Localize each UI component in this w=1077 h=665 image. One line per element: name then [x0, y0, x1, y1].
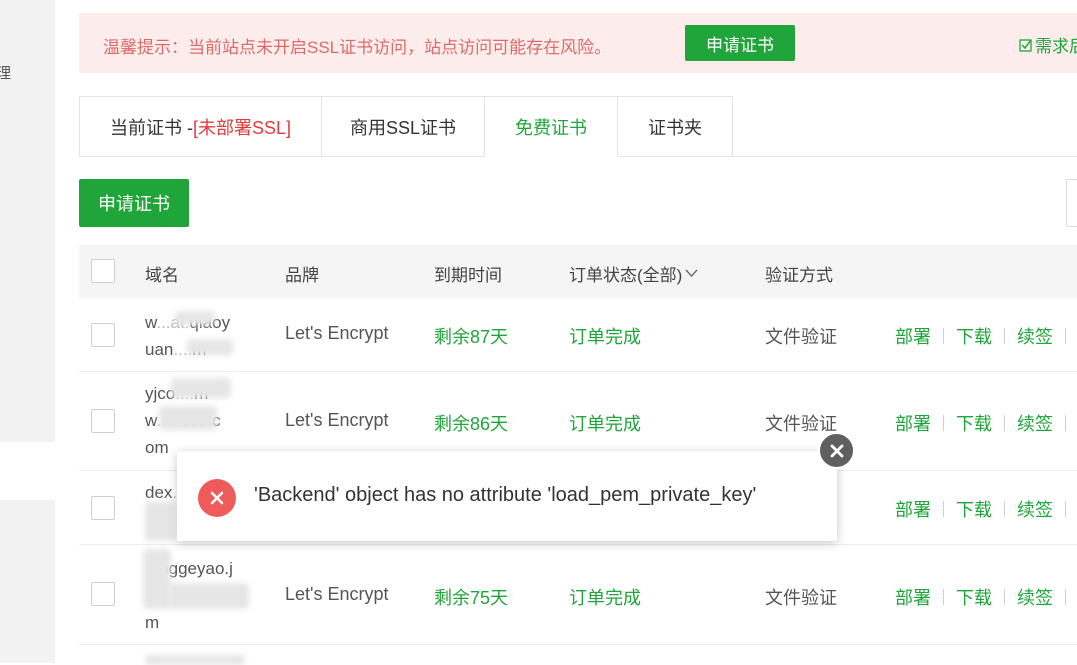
row-checkbox[interactable]: [91, 323, 115, 347]
brand-cell: Let's Encrypt: [285, 323, 389, 343]
renew-link[interactable]: 续签: [1017, 496, 1053, 522]
renew-link[interactable]: 续签: [1017, 410, 1053, 436]
expire-cell: 剩余87天: [434, 327, 509, 347]
tab-label: 当前证书 -: [109, 117, 193, 138]
download-link[interactable]: 下载: [956, 584, 992, 610]
download-link[interactable]: 下载: [956, 496, 992, 522]
blur-mask: [145, 501, 175, 541]
status-cell: 订单完成: [569, 414, 641, 434]
expire-cell: 剩余86天: [434, 414, 509, 434]
status-cell: 订单完成: [569, 588, 641, 608]
error-icon: [198, 479, 236, 517]
deploy-link[interactable]: 部署: [895, 496, 931, 522]
tab-label: 商用SSL证书: [349, 117, 457, 138]
row-checkbox[interactable]: [91, 496, 115, 520]
not-deployed-badge: [未部署SSL]: [192, 117, 292, 138]
row-checkbox[interactable]: [91, 409, 115, 433]
blur-mask: [171, 378, 231, 398]
chevron-down-icon: [685, 269, 698, 277]
tab-cert-folder[interactable]: 证书夹: [618, 96, 733, 157]
header-brand: 品牌: [285, 266, 319, 285]
download-link[interactable]: 下载: [956, 323, 992, 349]
close-icon[interactable]: [818, 432, 855, 469]
renew-link[interactable]: 续签: [1017, 584, 1053, 610]
cert-tabs: 当前证书 - [未部署SSL] 商用SSL证书 免费证书 证书夹: [79, 96, 733, 157]
header-status-label: 订单状态(全部): [569, 266, 683, 285]
tab-label: 免费证书: [515, 117, 587, 138]
row-actions: 部署 下载 续签: [895, 584, 1077, 610]
blur-mask: [143, 549, 171, 609]
apply-cert-button[interactable]: 申请证书: [79, 179, 189, 227]
verify-cell: 文件验证: [765, 588, 837, 608]
brand-cell: Let's Encrypt: [285, 584, 389, 604]
sidebar-fragment: 理: [0, 65, 12, 82]
warning-text: 温馨提示：当前站点未开启SSL证书访问，站点访问可能存在风险。: [103, 38, 612, 57]
select-all-checkbox[interactable]: [91, 259, 115, 283]
blur-mask: [145, 655, 245, 665]
row-actions: 部署 下载 续签: [895, 410, 1077, 436]
tabs-divider: [733, 156, 1077, 157]
row-checkbox[interactable]: [91, 582, 115, 606]
tab-current-cert[interactable]: 当前证书 - [未部署SSL]: [79, 96, 322, 157]
checklist-icon: [1019, 38, 1032, 52]
deploy-link[interactable]: 部署: [895, 323, 931, 349]
header-status-filter[interactable]: 订单状态(全部): [569, 261, 698, 286]
row-actions: 部署 下载 续签: [895, 496, 1077, 522]
table-header: 域名 品牌 到期时间 订单状态(全部) 验证方式: [79, 245, 1077, 298]
header-domain: 域名: [145, 266, 179, 285]
table-row: w...at.qiaoyuan....m Let's Encrypt 剩余87天…: [79, 299, 1077, 372]
header-expire: 到期时间: [434, 266, 502, 285]
verify-cell: 文件验证: [765, 327, 837, 347]
download-link[interactable]: 下载: [956, 410, 992, 436]
brand-cell: Let's Encrypt: [285, 410, 389, 430]
tab-commercial-ssl[interactable]: 商用SSL证书: [322, 96, 485, 157]
blur-mask: [175, 311, 215, 325]
blur-mask: [169, 583, 249, 609]
error-message: 'Backend' object has no attribute 'load_…: [254, 484, 757, 506]
renew-link[interactable]: 续签: [1017, 323, 1053, 349]
deploy-link[interactable]: 部署: [895, 410, 931, 436]
tab-label: 证书夹: [648, 117, 702, 138]
requirements-link[interactable]: 需求后: [1019, 32, 1077, 57]
blur-mask: [159, 406, 217, 430]
table-row: ...nggeyao.j...m Let's Encrypt 剩余75天 订单完…: [79, 545, 1077, 645]
blur-mask: [187, 339, 233, 355]
sidebar: 理: [0, 0, 55, 663]
error-toast: 'Backend' object has no attribute 'load_…: [177, 451, 837, 541]
status-cell: 订单完成: [569, 327, 641, 347]
deploy-link[interactable]: 部署: [895, 584, 931, 610]
tab-free-cert[interactable]: 免费证书: [485, 96, 618, 157]
sidebar-active-item[interactable]: [0, 442, 55, 500]
requirements-link-label: 需求后: [1035, 37, 1077, 56]
expire-cell: 剩余75天: [434, 588, 509, 608]
ssl-warning-banner: 温馨提示：当前站点未开启SSL证书访问，站点访问可能存在风险。 申请证书 需求后: [79, 13, 1077, 73]
search-box[interactable]: [1066, 179, 1077, 227]
banner-apply-button[interactable]: 申请证书: [685, 25, 795, 61]
row-actions: 部署 下载 续签: [895, 323, 1077, 349]
header-verify: 验证方式: [765, 266, 833, 285]
verify-cell: 文件验证: [765, 414, 837, 434]
